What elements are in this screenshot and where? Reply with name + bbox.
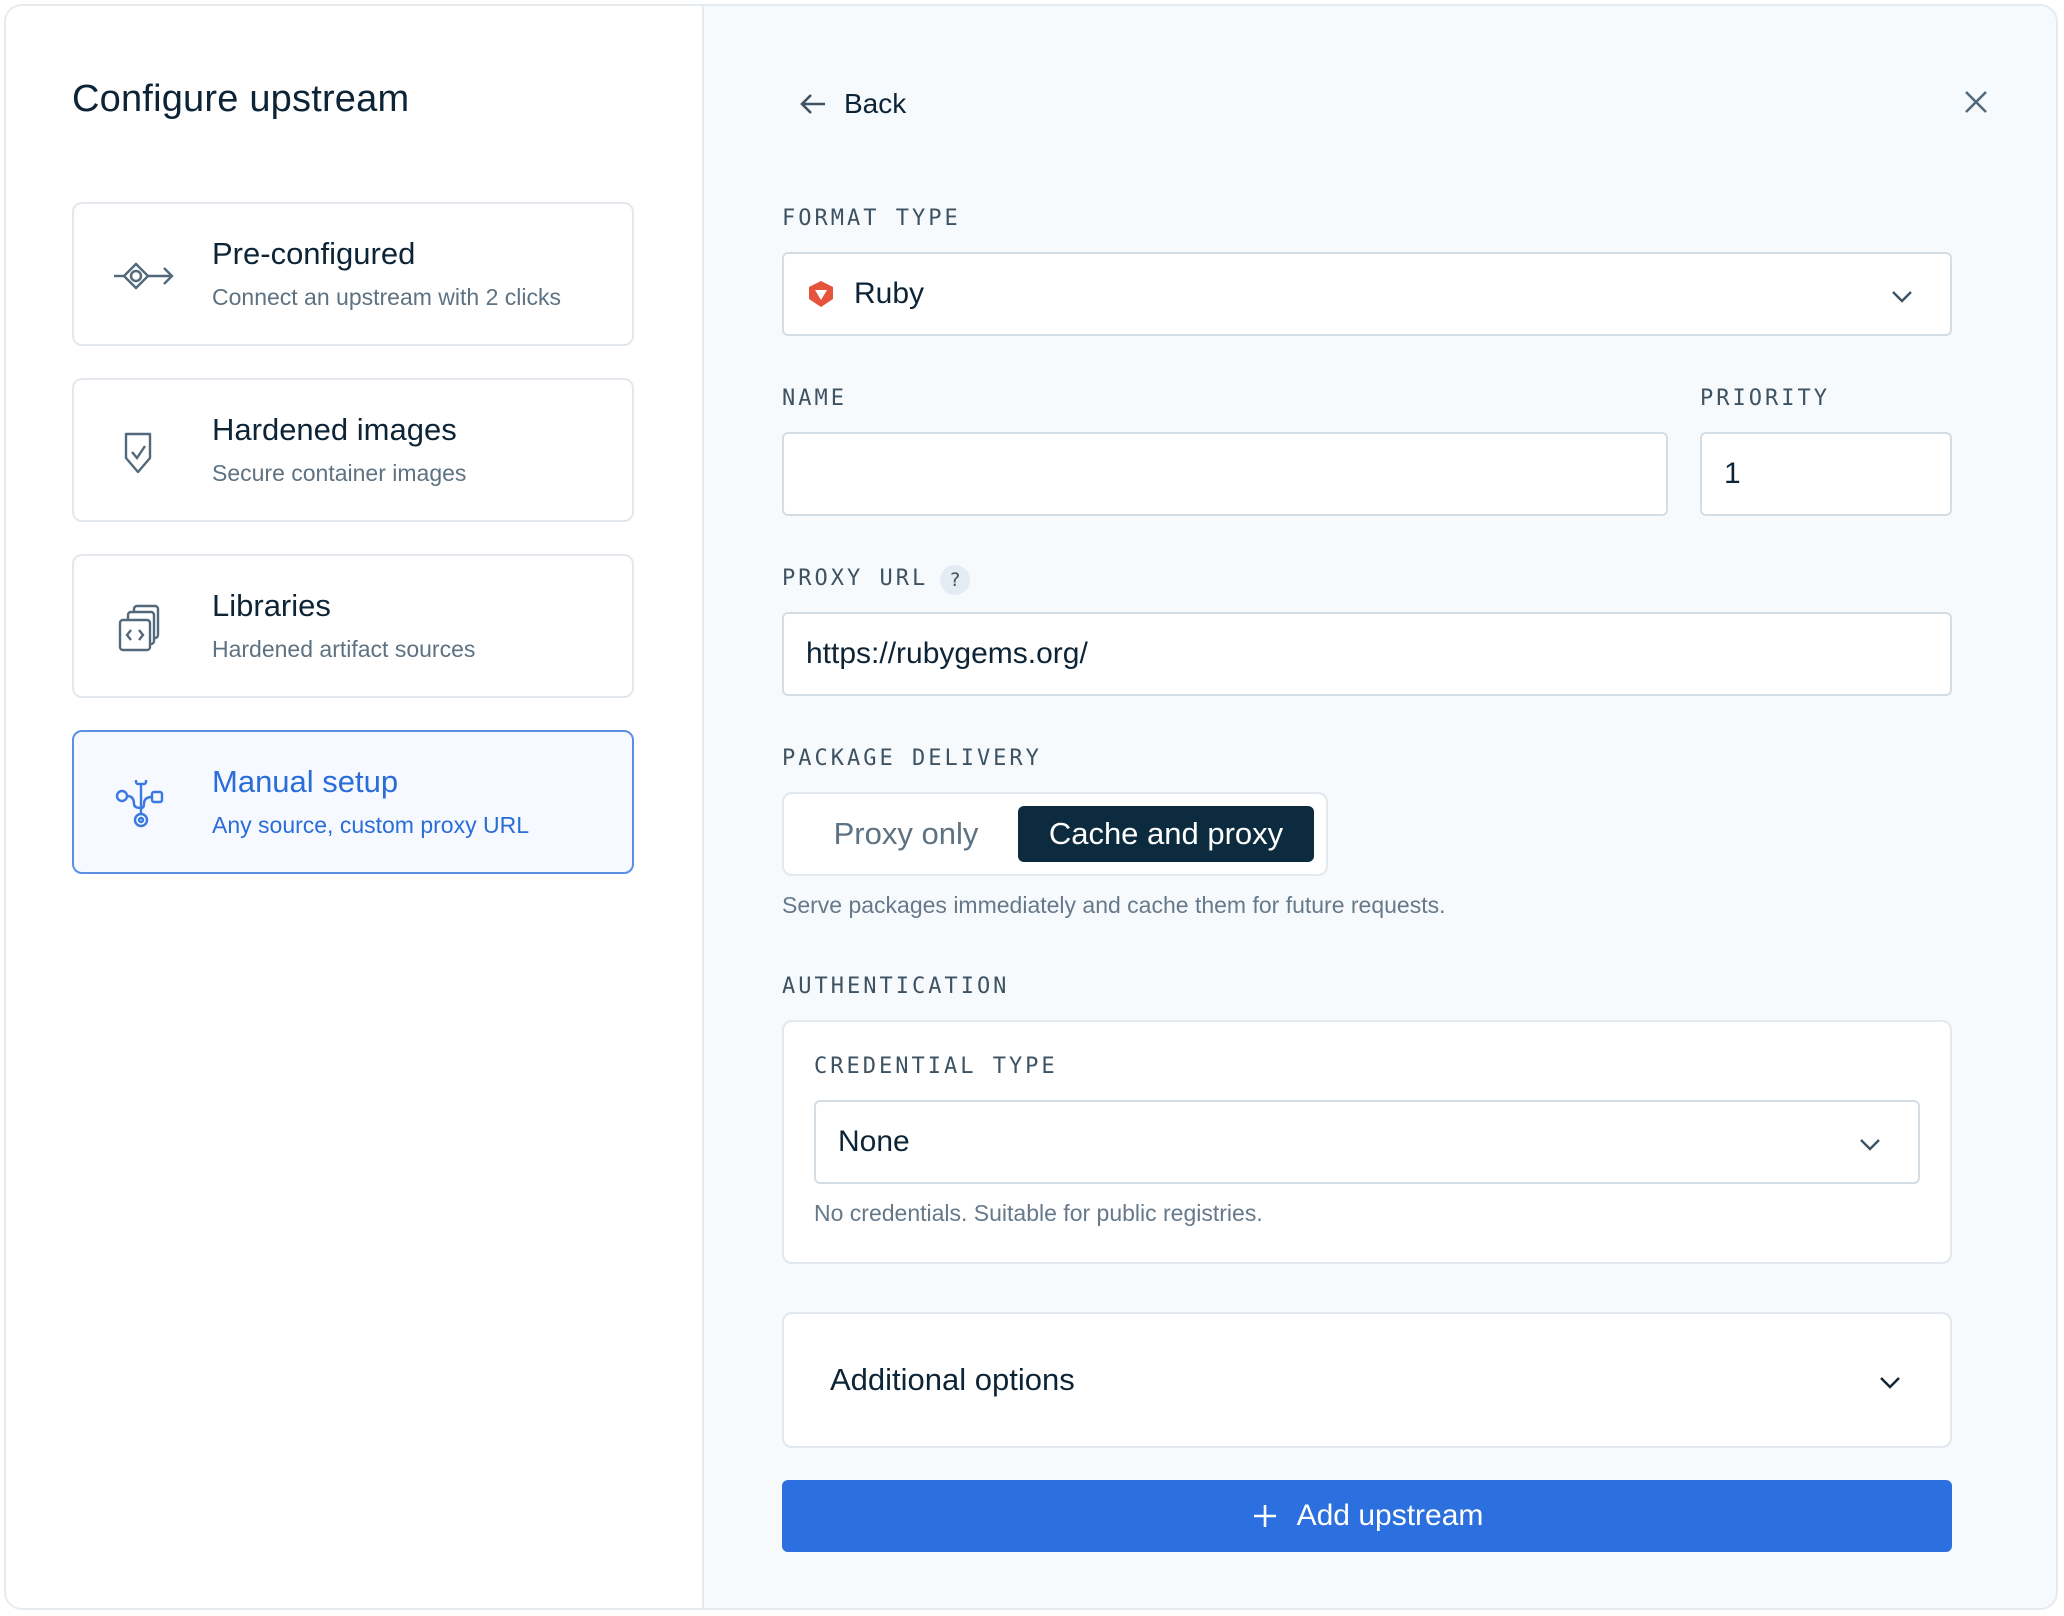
credential-type-label: CREDENTIAL TYPE (814, 1054, 1058, 1079)
priority-input[interactable]: 1 (1700, 432, 1952, 516)
back-button[interactable]: Back (798, 82, 906, 126)
option-subtitle: Connect an upstream with 2 clicks (212, 284, 561, 310)
additional-options-accordion[interactable]: Additional options (782, 1312, 1952, 1448)
package-delivery-hint: Serve packages immediately and cache the… (782, 892, 1446, 918)
option-title: Pre-configured (212, 236, 416, 271)
code-stack-icon (118, 604, 160, 652)
chevron-down-icon (1880, 1377, 1900, 1389)
authentication-label: AUTHENTICATION (782, 974, 1010, 999)
proxy-url-value: https://rubygems.org/ (806, 637, 1088, 670)
option-pre-configured[interactable]: Pre-configured Connect an upstream with … (72, 202, 634, 346)
credential-type-select[interactable]: None (814, 1100, 1920, 1184)
option-subtitle: Any source, custom proxy URL (212, 812, 530, 838)
proxy-url-input[interactable]: https://rubygems.org/ (782, 612, 1952, 696)
priority-label: PRIORITY (1700, 386, 1830, 411)
package-delivery-toggle: Proxy only Cache and proxy (782, 792, 1328, 876)
option-hardened-images[interactable]: Hardened images Secure container images (72, 378, 634, 522)
ruby-icon (809, 281, 833, 307)
credential-type-hint: No credentials. Suitable for public regi… (814, 1200, 1263, 1226)
package-delivery-label: PACKAGE DELIVERY (782, 746, 1042, 771)
page-title: Configure upstream (72, 78, 410, 120)
name-input[interactable] (782, 432, 1668, 516)
help-icon[interactable]: ? (940, 565, 970, 595)
option-libraries[interactable]: Libraries Hardened artifact sources (72, 554, 634, 698)
option-title: Manual setup (212, 764, 399, 799)
option-subtitle: Secure container images (212, 460, 467, 486)
option-title: Hardened images (212, 412, 457, 447)
credential-type-value: None (838, 1125, 910, 1158)
configure-upstream-dialog: Configure upstream Pre-configured Connec… (4, 4, 2058, 1610)
format-type-label: FORMAT TYPE (782, 206, 961, 231)
connect-icon (114, 262, 174, 290)
option-title: Libraries (212, 588, 331, 623)
add-upstream-button[interactable]: Add upstream (782, 1480, 1952, 1552)
format-type-select[interactable]: Ruby (782, 252, 1952, 336)
proxy-url-label: PROXY URL (782, 566, 929, 591)
add-upstream-label: Add upstream (1296, 1499, 1484, 1532)
plus-icon (1253, 1505, 1276, 1527)
option-manual-setup[interactable]: Manual setup Any source, custom proxy UR… (72, 730, 634, 874)
left-pane: Configure upstream Pre-configured Connec… (6, 6, 704, 1608)
back-label: Back (844, 88, 907, 119)
additional-options-label: Additional options (830, 1362, 1075, 1397)
option-subtitle: Hardened artifact sources (212, 636, 476, 662)
priority-value: 1 (1724, 457, 1741, 490)
chevron-down-icon (1892, 291, 1912, 303)
cache-and-proxy-option[interactable]: Cache and proxy (1018, 806, 1314, 862)
arrow-left-icon (800, 94, 825, 114)
shield-check-icon (124, 432, 152, 474)
close-icon[interactable] (1960, 86, 1992, 118)
name-label: NAME (782, 386, 847, 411)
network-icon (115, 780, 164, 828)
proxy-only-option[interactable]: Proxy only (806, 806, 1006, 862)
chevron-down-icon (1860, 1139, 1880, 1151)
format-type-value: Ruby (854, 277, 925, 310)
